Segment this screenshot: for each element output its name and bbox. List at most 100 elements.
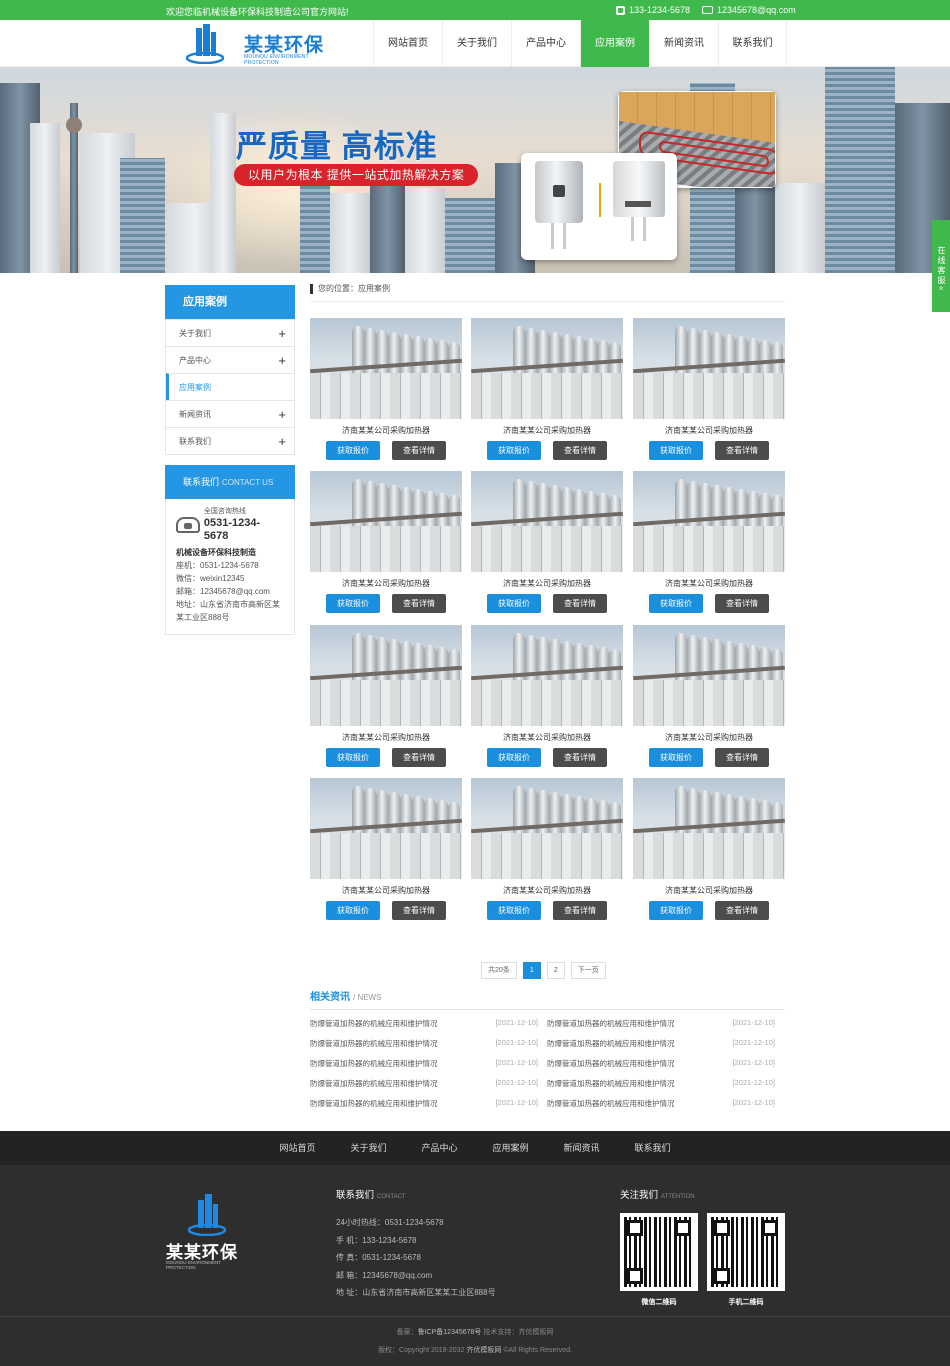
- get-quote-button[interactable]: 获取报价: [649, 748, 703, 767]
- case-card[interactable]: 济南某某公司采购加热器获取报价 查看详情: [633, 625, 785, 770]
- news-title[interactable]: 防爆管道加热器的机械应用和维护情况: [547, 1099, 675, 1108]
- footer-nav-products[interactable]: 产品中心: [404, 1131, 475, 1165]
- case-thumbnail[interactable]: [310, 778, 462, 879]
- case-card[interactable]: 济南某某公司采购加热器 获取报价 查看详情: [471, 778, 623, 923]
- case-title[interactable]: 济南某某公司采购加热器: [471, 885, 623, 897]
- news-item[interactable]: 防爆管道加热器的机械应用和维护情况 [2021-12-10]: [310, 1058, 538, 1070]
- view-details-button[interactable]: 查看详情: [392, 748, 446, 767]
- nav-contact[interactable]: 联系我们: [718, 20, 787, 67]
- view-details-button[interactable]: 查看详情: [715, 594, 769, 613]
- case-thumbnail[interactable]: [633, 318, 785, 419]
- logo[interactable]: 某某环保 MOUNOU ENVIRONMENT PROTECTION: [184, 22, 334, 66]
- case-thumbnail[interactable]: [471, 471, 623, 572]
- news-item[interactable]: 防爆管道加热器的机械应用和维护情况 [2021-12-10]: [547, 1018, 775, 1030]
- plus-icon[interactable]: +: [278, 428, 286, 455]
- news-item[interactable]: 防爆管道加热器的机械应用和维护情况 [2021-12-10]: [547, 1058, 775, 1070]
- get-quote-button[interactable]: 获取报价: [487, 441, 541, 460]
- page-1[interactable]: 1: [522, 962, 541, 979]
- news-title[interactable]: 防爆管道加热器的机械应用和维护情况: [310, 1099, 438, 1108]
- case-title[interactable]: 济南某某公司采购加热器: [310, 885, 462, 897]
- nav-products[interactable]: 产品中心: [511, 20, 580, 67]
- get-quote-button[interactable]: 获取报价: [487, 748, 541, 767]
- news-title[interactable]: 防爆管道加热器的机械应用和维护情况: [547, 1019, 675, 1028]
- get-quote-button[interactable]: 获取报价: [326, 748, 380, 767]
- case-thumbnail[interactable]: [310, 318, 462, 419]
- case-thumbnail[interactable]: [633, 778, 785, 879]
- view-details-button[interactable]: 查看详情: [715, 441, 769, 460]
- online-service-tab[interactable]: 在线客服«: [932, 220, 950, 312]
- case-title[interactable]: 济南某某公司采购加热器: [310, 732, 462, 744]
- news-title[interactable]: 防爆管道加热器的机械应用和维护情况: [310, 1039, 438, 1048]
- news-item[interactable]: 防爆管道加热器的机械应用和维护情况 [2021-12-10]: [310, 1038, 538, 1050]
- page-2[interactable]: 2: [546, 962, 565, 979]
- case-card[interactable]: 济南某某公司采购加热器获取报价 查看详情: [310, 625, 462, 770]
- get-quote-button[interactable]: 获取报价: [326, 441, 380, 460]
- case-title[interactable]: 济南某某公司采购加热器: [633, 425, 785, 437]
- case-thumbnail[interactable]: [633, 625, 785, 726]
- top-email[interactable]: 12345678@qq.com: [702, 5, 796, 15]
- footer-nav-home[interactable]: 网站首页: [262, 1131, 333, 1165]
- footer-nav-cases[interactable]: 应用案例: [475, 1131, 546, 1165]
- view-details-button[interactable]: 查看详情: [392, 594, 446, 613]
- get-quote-button[interactable]: 获取报价: [649, 441, 703, 460]
- copyright-owner[interactable]: 齐优模板网: [466, 1347, 501, 1354]
- get-quote-button[interactable]: 获取报价: [649, 901, 703, 920]
- case-card[interactable]: 济南某某公司采购加热器获取报价 查看详情: [310, 471, 462, 616]
- plus-icon[interactable]: +: [278, 401, 286, 428]
- case-title[interactable]: 济南某某公司采购加热器: [310, 425, 462, 437]
- case-title[interactable]: 济南某某公司采购加热器: [471, 425, 623, 437]
- case-title[interactable]: 济南某某公司采购加热器: [633, 885, 785, 897]
- footer-nav-contact[interactable]: 联系我们: [617, 1131, 688, 1165]
- case-thumbnail[interactable]: [471, 625, 623, 726]
- get-quote-button[interactable]: 获取报价: [487, 594, 541, 613]
- case-card[interactable]: 济南某某公司采购加热器获取报价 查看详情: [471, 625, 623, 770]
- sidebar-item-contact[interactable]: 联系我们 +: [166, 427, 294, 454]
- case-card[interactable]: 济南某某公司采购加热器获取报价 查看详情: [633, 778, 785, 923]
- case-card[interactable]: 济南某某公司采购加热器获取报价 查看详情: [310, 318, 462, 463]
- sidebar-item-news[interactable]: 新闻资讯 +: [166, 400, 294, 427]
- case-thumbnail[interactable]: [310, 471, 462, 572]
- plus-icon[interactable]: +: [278, 320, 286, 347]
- news-title[interactable]: 防爆管道加热器的机械应用和维护情况: [310, 1019, 438, 1028]
- case-title[interactable]: 济南某某公司采购加热器: [471, 732, 623, 744]
- case-card[interactable]: 济南某某公司采购加热器获取报价 查看详情: [633, 318, 785, 463]
- footer-logo[interactable]: 某某环保 MOUNOU ENVIRONMENT PROTECTION: [166, 1194, 248, 1274]
- case-card[interactable]: 济南某某公司采购加热器 获取报价 查看详情: [471, 471, 623, 616]
- plus-icon[interactable]: +: [278, 347, 286, 374]
- view-details-button[interactable]: 查看详情: [715, 901, 769, 920]
- case-title[interactable]: 济南某某公司采购加热器: [633, 578, 785, 590]
- view-details-button[interactable]: 查看详情: [392, 441, 446, 460]
- footer-nav-about[interactable]: 关于我们: [333, 1131, 404, 1165]
- get-quote-button[interactable]: 获取报价: [326, 594, 380, 613]
- icp-record[interactable]: 鲁ICP备12345678号: [418, 1329, 482, 1336]
- case-card[interactable]: 济南某某公司采购加热器获取报价 查看详情: [633, 471, 785, 616]
- nav-news[interactable]: 新闻资讯: [649, 20, 718, 67]
- sidebar-item-products[interactable]: 产品中心 +: [166, 346, 294, 373]
- case-card[interactable]: 济南某某公司采购加热器 获取报价 查看详情: [471, 318, 623, 463]
- view-details-button[interactable]: 查看详情: [553, 594, 607, 613]
- get-quote-button[interactable]: 获取报价: [326, 901, 380, 920]
- case-thumbnail[interactable]: [310, 625, 462, 726]
- view-details-button[interactable]: 查看详情: [715, 748, 769, 767]
- page-next[interactable]: 下一页: [570, 962, 606, 979]
- sidebar-item-about[interactable]: 关于我们 +: [166, 319, 294, 346]
- case-thumbnail[interactable]: [633, 471, 785, 572]
- news-item[interactable]: 防爆管道加热器的机械应用和维护情况 [2021-12-10]: [310, 1078, 538, 1090]
- sidebar-item-cases[interactable]: 应用案例: [166, 373, 294, 400]
- top-email-address[interactable]: 12345678@qq.com: [717, 5, 796, 15]
- news-title[interactable]: 防爆管道加热器的机械应用和维护情况: [310, 1079, 438, 1088]
- news-item[interactable]: 防爆管道加热器的机械应用和维护情况 [2021-12-10]: [547, 1038, 775, 1050]
- get-quote-button[interactable]: 获取报价: [487, 901, 541, 920]
- case-title[interactable]: 济南某某公司采购加热器: [310, 578, 462, 590]
- news-item[interactable]: 防爆管道加热器的机械应用和维护情况 [2021-12-10]: [547, 1098, 775, 1110]
- nav-cases[interactable]: 应用案例: [580, 20, 649, 67]
- view-details-button[interactable]: 查看详情: [392, 901, 446, 920]
- view-details-button[interactable]: 查看详情: [553, 748, 607, 767]
- nav-home[interactable]: 网站首页: [373, 20, 442, 67]
- get-quote-button[interactable]: 获取报价: [649, 594, 703, 613]
- news-title[interactable]: 防爆管道加热器的机械应用和维护情况: [547, 1079, 675, 1088]
- news-item[interactable]: 防爆管道加热器的机械应用和维护情况 [2021-12-10]: [547, 1078, 775, 1090]
- news-title[interactable]: 防爆管道加热器的机械应用和维护情况: [547, 1059, 675, 1068]
- case-title[interactable]: 济南某某公司采购加热器: [633, 732, 785, 744]
- footer-nav-news[interactable]: 新闻资讯: [546, 1131, 617, 1165]
